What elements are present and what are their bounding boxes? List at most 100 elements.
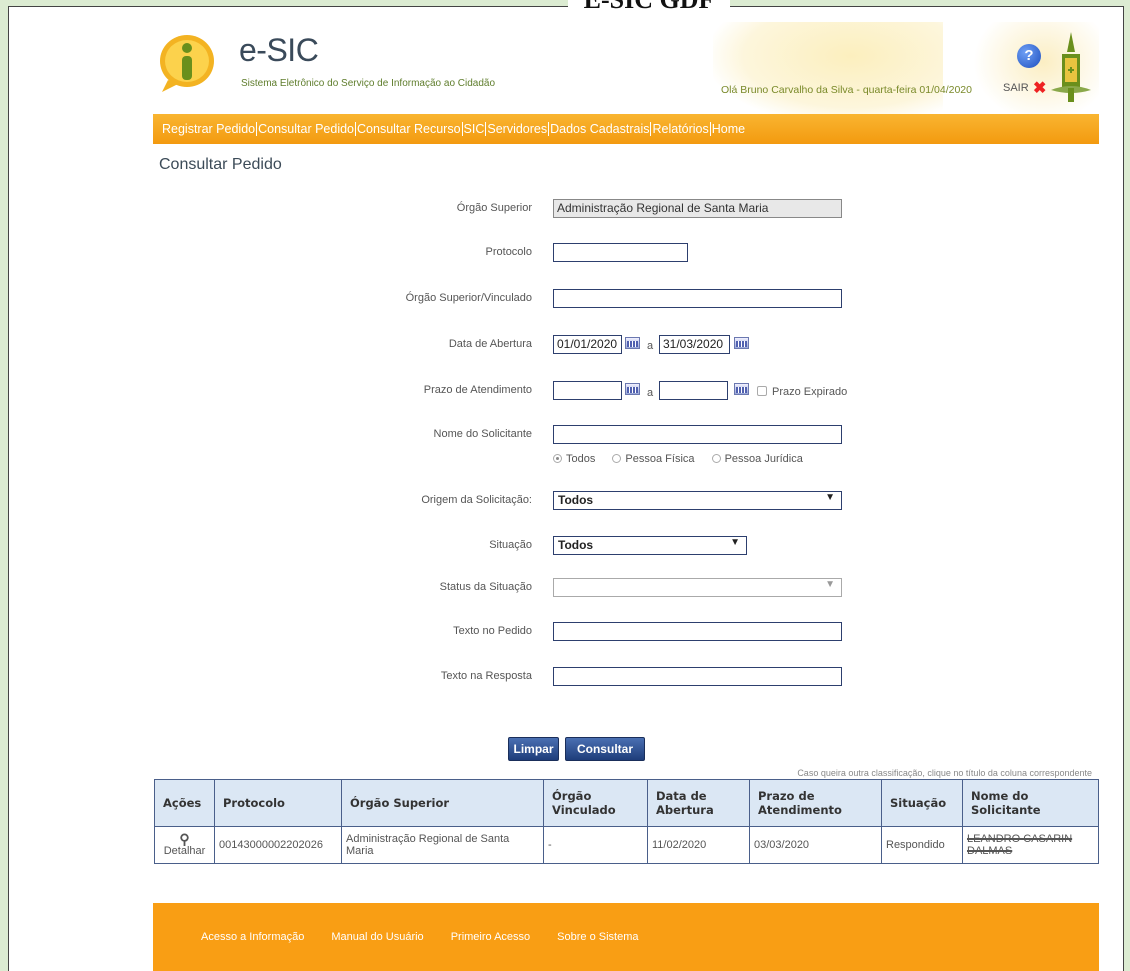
col-situacao[interactable]: Situação	[881, 779, 963, 827]
radio-pessoa-fisica-circle[interactable]	[612, 453, 622, 463]
form-row-texto-resposta: Texto na Resposta	[290, 667, 850, 689]
logout-link[interactable]: SAIR	[1003, 82, 1029, 94]
calendar-icon[interactable]	[625, 337, 640, 349]
date-range-separator: a	[647, 340, 654, 352]
nav-home[interactable]: Home	[711, 122, 746, 136]
nav-relatorios[interactable]: Relatórios	[651, 122, 711, 136]
protocolo-input[interactable]	[553, 243, 688, 262]
site-header: e-SIC Sistema Eletrônico do Serviço de I…	[153, 22, 1099, 114]
nav-registrar-pedido[interactable]: Registrar Pedido	[161, 122, 258, 136]
radio-todos[interactable]: Todos	[553, 453, 595, 465]
form-row-nome-solicitante: Nome do Solicitante Todos Pessoa Física …	[290, 425, 850, 471]
radio-pessoa-fisica[interactable]: Pessoa Física	[612, 453, 695, 465]
radio-pessoa-juridica-circle[interactable]	[711, 453, 721, 463]
footer-link-manual[interactable]: Manual do Usuário	[331, 931, 423, 943]
col-nome-solicitante[interactable]: Nome do Solicitante	[962, 779, 1099, 827]
calendar-icon[interactable]	[734, 383, 749, 395]
origem-select[interactable]: Todos ▼	[553, 491, 842, 510]
prazo-to-input[interactable]	[659, 381, 728, 400]
radio-todos-circle[interactable]	[553, 453, 562, 463]
nav-consultar-pedido[interactable]: Consultar Pedido	[257, 122, 357, 136]
texto-pedido-input[interactable]	[553, 622, 842, 641]
status-situacao-label: Status da Situação	[439, 581, 532, 593]
user-greeting: Olá Bruno Carvalho da Silva - quarta-fei…	[721, 84, 972, 96]
cell-abertura: 11/02/2020	[647, 826, 750, 864]
status-situacao-select[interactable]: ▼	[553, 578, 842, 597]
form-row-prazo-atendimento: Prazo de Atendimento a Prazo Expirado	[290, 381, 850, 403]
app-logo-subtitle: Sistema Eletrônico do Serviço de Informa…	[241, 78, 496, 89]
calendar-icon[interactable]	[734, 337, 749, 349]
protocolo-label: Protocolo	[485, 246, 532, 258]
cell-orgao: Administração Regional de Santa Maria	[341, 826, 544, 864]
cell-prazo: 03/03/2020	[749, 826, 882, 864]
col-orgao-vinculado[interactable]: Órgão Vinculado	[543, 779, 648, 827]
tipo-pessoa-radio-group: Todos Pessoa Física Pessoa Jurídica	[553, 453, 817, 465]
help-icon[interactable]: ?	[1017, 44, 1041, 68]
col-acoes[interactable]: Ações	[154, 779, 215, 827]
footer-link-sobre[interactable]: Sobre o Sistema	[557, 931, 638, 943]
prazo-atendimento-label: Prazo de Atendimento	[423, 384, 532, 396]
chevron-down-icon: ▼	[825, 579, 835, 590]
app-logo-title: e-SIC	[239, 32, 319, 68]
sort-hint: Caso queira outra classificação, clique …	[797, 768, 1092, 778]
nav-sic[interactable]: SIC	[463, 122, 487, 136]
orgao-superior-label: Órgão Superior	[456, 202, 532, 214]
cell-nome-solicitante: LEANDRO CASARIN DALMAS	[962, 826, 1099, 864]
situacao-select[interactable]: Todos ▼	[553, 536, 747, 555]
nome-solicitante-input[interactable]	[553, 425, 842, 444]
prazo-expirado-label: Prazo Expirado	[772, 386, 848, 398]
form-row-texto-pedido: Texto no Pedido	[290, 622, 850, 644]
nav-servidores[interactable]: Servidores	[486, 122, 550, 136]
prazo-from-input[interactable]	[553, 381, 622, 400]
header-decoration	[713, 22, 943, 114]
calendar-icon[interactable]	[625, 383, 640, 395]
cell-protocolo: 00143000002202026	[214, 826, 342, 864]
detalhar-action[interactable]: ⚲ Detalhar	[154, 826, 215, 864]
footer-link-primeiro-acesso[interactable]: Primeiro Acesso	[451, 931, 530, 943]
col-protocolo[interactable]: Protocolo	[214, 779, 342, 827]
data-abertura-from-input[interactable]: 01/01/2020	[553, 335, 622, 354]
results-table: Ações Protocolo Órgão Superior Órgão Vin…	[154, 779, 1099, 864]
form-row-origem: Origem da Solicitação: Todos ▼	[290, 491, 850, 513]
table-row: ⚲ Detalhar 00143000002202026 Administraç…	[154, 826, 1099, 864]
texto-resposta-input[interactable]	[553, 667, 842, 686]
form-row-situacao: Situação Todos ▼	[290, 536, 850, 558]
prazo-expirado-checkbox[interactable]	[757, 386, 767, 396]
main-nav: Registrar Pedido Consultar Pedido Consul…	[153, 114, 1099, 144]
consultar-button[interactable]: Consultar	[565, 737, 645, 761]
data-abertura-label: Data de Abertura	[448, 338, 532, 350]
texto-pedido-label: Texto no Pedido	[453, 625, 532, 637]
form-row-orgao-superior: Órgão Superior Administração Regional de…	[290, 199, 850, 221]
form-row-data-abertura: Data de Abertura 01/01/2020 a 31/03/2020	[290, 335, 850, 357]
nav-dados-cadastrais[interactable]: Dados Cadastrais	[549, 122, 652, 136]
chevron-down-icon: ▼	[825, 492, 835, 503]
col-prazo-atendimento[interactable]: Prazo de Atendimento	[749, 779, 882, 827]
page-title: Consultar Pedido	[159, 156, 282, 173]
cell-situacao: Respondido	[881, 826, 963, 864]
col-orgao-superior[interactable]: Órgão Superior	[341, 779, 544, 827]
form-row-status-situacao: Status da Situação ▼	[290, 578, 850, 600]
texto-resposta-label: Texto na Resposta	[440, 670, 532, 682]
footer-link-acesso-informacao[interactable]: Acesso a Informação	[201, 931, 304, 943]
gdf-emblem-icon	[1051, 32, 1091, 102]
site-footer: Acesso a Informação Manual do Usuário Pr…	[153, 903, 1099, 971]
chevron-down-icon: ▼	[730, 537, 740, 548]
page-banner-title: E-SIC GDF	[568, 0, 730, 12]
nav-consultar-recurso[interactable]: Consultar Recurso	[356, 122, 463, 136]
data-abertura-to-input[interactable]: 31/03/2020	[659, 335, 730, 354]
date-range-separator: a	[647, 387, 654, 399]
orgao-superior-field: Administração Regional de Santa Maria	[553, 199, 842, 218]
search-icon[interactable]: ⚲	[159, 832, 210, 846]
cell-vinculado: -	[543, 826, 648, 864]
col-data-abertura[interactable]: Data de Abertura	[647, 779, 750, 827]
origem-label: Origem da Solicitação:	[421, 494, 532, 506]
close-icon[interactable]: ✖	[1033, 78, 1046, 98]
orgao-vinculado-input[interactable]	[553, 289, 842, 308]
limpar-button[interactable]: Limpar	[508, 737, 559, 761]
radio-pessoa-juridica[interactable]: Pessoa Jurídica	[711, 453, 803, 465]
esic-logo-icon	[160, 35, 214, 92]
detalhar-label[interactable]: Detalhar	[159, 845, 210, 857]
orgao-vinculado-label: Órgão Superior/Vinculado	[405, 292, 532, 304]
form-row-orgao-vinculado: Órgão Superior/Vinculado	[290, 289, 850, 311]
situacao-label: Situação	[489, 539, 532, 551]
